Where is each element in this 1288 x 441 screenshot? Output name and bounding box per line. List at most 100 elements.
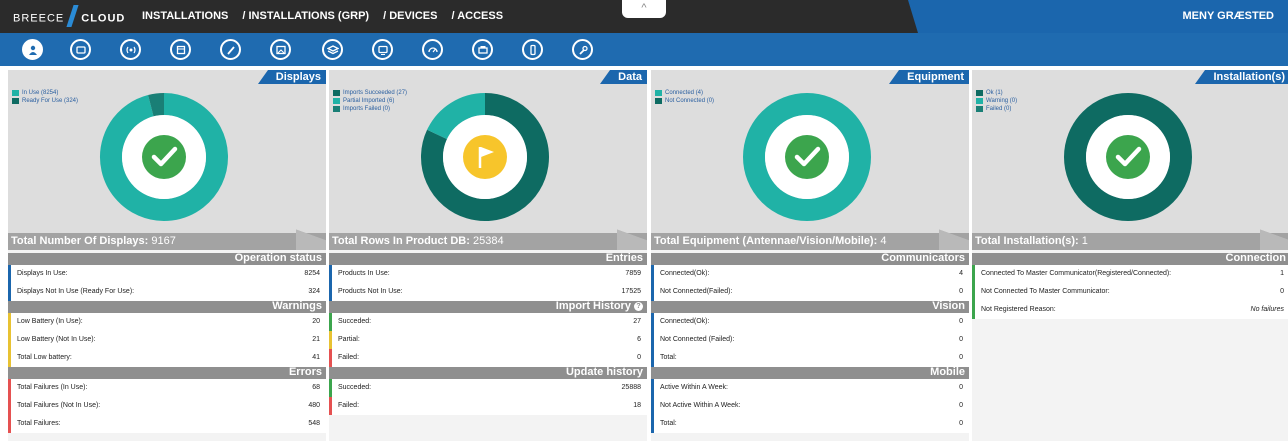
stat-row: Not Registered Reason: No failures — [972, 301, 1288, 319]
module-button-5[interactable] — [220, 39, 241, 60]
stat-row: Succeded: 25888 — [329, 379, 647, 397]
status-donut-chart — [421, 93, 549, 221]
legend-swatch — [12, 90, 19, 96]
status-donut-chart — [743, 93, 871, 221]
chart-area: In Use (8254) Ready For Use (324) — [8, 84, 326, 233]
phone-icon — [529, 44, 536, 55]
legend-item[interactable]: Warning (0) — [976, 97, 1017, 105]
panel-title: Installation(s) — [1195, 70, 1288, 84]
stat-label: Displays In Use: — [17, 270, 68, 277]
module-button-9[interactable] — [422, 39, 443, 60]
total-label: Total Equipment (Antennae/Vision/Mobile)… — [654, 235, 878, 247]
legend-item[interactable]: Imports Succeeded (27) — [333, 89, 407, 97]
legend-item[interactable]: Imports Failed (0) — [333, 105, 407, 113]
chevron-up-icon: ^ — [641, 2, 647, 14]
image-icon — [275, 45, 286, 54]
legend-label: Connected (4) — [665, 90, 704, 96]
stat-value: 0 — [959, 402, 963, 409]
panel-installations: Installation(s) Ok (1) Warning (0) Failed (… — [972, 70, 1288, 441]
module-button-11[interactable] — [522, 39, 543, 60]
legend-item[interactable]: Ok (1) — [976, 89, 1017, 97]
stat-value: 27 — [633, 318, 641, 325]
stat-row: Low Battery (In Use): 20 — [8, 313, 326, 331]
section-title: Operation status — [234, 252, 322, 264]
stat-row: Low Battery (Not In Use): 21 — [8, 331, 326, 349]
total-label: Total Rows In Product DB: — [332, 235, 470, 247]
section-title: Import History ? — [556, 300, 643, 313]
stat-value: 4 — [959, 270, 963, 277]
module-button-1[interactable] — [22, 39, 43, 60]
collapse-toggle[interactable]: ^ — [622, 0, 666, 18]
total-bar: Total Number Of Displays: 9167 — [8, 223, 326, 250]
nav-installations-grp[interactable]: / INSTALLATIONS (GRP) — [242, 10, 369, 22]
stat-label: Partial: — [338, 336, 360, 343]
panel-equipment: Equipment Connected (4) Not Connected (0) T… — [651, 70, 969, 441]
section-title: Connection — [1225, 252, 1287, 264]
help-icon[interactable]: ? — [634, 302, 643, 311]
user-name[interactable]: MENY GRÆSTED — [1183, 10, 1274, 22]
stat-label: Displays Not In Use (Ready For Use): — [17, 288, 135, 295]
legend-item[interactable]: Failed (0) — [976, 105, 1017, 113]
section-header: Communicators — [651, 252, 969, 265]
legend-label: Partial Imported (6) — [343, 98, 395, 104]
stat-value: 8254 — [304, 270, 320, 277]
stat-label: Total Failures (Not In Use): — [17, 402, 101, 409]
stat-row: Connected(Ok): 4 — [651, 265, 969, 283]
nav-installations[interactable]: INSTALLATIONS — [142, 10, 228, 22]
module-button-10[interactable] — [472, 39, 493, 60]
stat-value: 0 — [959, 354, 963, 361]
legend-item[interactable]: Connected (4) — [655, 89, 714, 97]
status-donut-chart — [1064, 93, 1192, 221]
stat-row: Total Failures (In Use): 68 — [8, 379, 326, 397]
legend-label: Imports Failed (0) — [343, 106, 391, 112]
total-value: 1 — [1081, 235, 1088, 247]
module-button-12[interactable] — [572, 39, 593, 60]
stat-label: Succeded: — [338, 384, 372, 391]
module-button-7[interactable] — [322, 39, 343, 60]
module-iconbar — [0, 33, 1288, 66]
panel-data: Data Imports Succeeded (27) Partial Import… — [329, 70, 647, 441]
section-header: Import History ? — [329, 300, 647, 313]
section-title: Communicators — [881, 252, 965, 264]
check-icon — [785, 135, 829, 179]
section-title: Update history — [565, 366, 643, 378]
section-header: Operation status — [8, 252, 326, 265]
user-area: MENY GRÆSTED — [908, 0, 1288, 33]
panel-displays: Displays In Use (8254) Ready For Use (324)… — [8, 70, 326, 441]
section-title: Vision — [932, 300, 965, 312]
module-button-8[interactable] — [372, 39, 393, 60]
brand-logo[interactable]: BREECE CLOUD — [13, 5, 125, 27]
chart-area: Connected (4) Not Connected (0) — [651, 84, 969, 233]
stat-row: Products Not In Use: 17525 — [329, 283, 647, 301]
layers-icon — [326, 44, 339, 54]
stat-value: 0 — [637, 354, 641, 361]
legend-swatch — [333, 90, 340, 96]
chart-area: Ok (1) Warning (0) Failed (0) — [972, 84, 1288, 233]
legend-item[interactable]: In Use (8254) — [12, 89, 78, 97]
stat-label: Low Battery (Not In Use): — [17, 336, 96, 343]
module-button-4[interactable] — [170, 39, 191, 60]
stat-label: Connected(Ok): — [660, 270, 710, 277]
stat-row: Partial: 6 — [329, 331, 647, 349]
module-button-2[interactable] — [70, 39, 91, 60]
module-button-6[interactable] — [270, 39, 291, 60]
legend-item[interactable]: Not Connected (0) — [655, 97, 714, 105]
panel-header: Equipment — [651, 70, 969, 84]
brand-left: BREECE — [13, 12, 65, 25]
stat-row: Connected To Master Communicator(Registe… — [972, 265, 1288, 283]
stat-label: Total: — [660, 420, 677, 427]
module-button-3[interactable] — [120, 39, 141, 60]
legend-swatch — [976, 106, 983, 112]
section-header: Mobile — [651, 366, 969, 379]
legend-item[interactable]: Partial Imported (6) — [333, 97, 407, 105]
nav-devices[interactable]: / DEVICES — [383, 10, 437, 22]
stat-label: Not Connected To Master Communicator: — [981, 288, 1110, 295]
breadcrumb: INSTALLATIONS / INSTALLATIONS (GRP) / DE… — [142, 10, 503, 22]
legend-label: In Use (8254) — [22, 90, 59, 96]
stat-label: Succeded: — [338, 318, 372, 325]
nav-access[interactable]: / ACCESS — [451, 10, 503, 22]
stat-value: 0 — [1280, 288, 1284, 295]
legend-item[interactable]: Ready For Use (324) — [12, 97, 78, 105]
stat-value: 1 — [1280, 270, 1284, 277]
legend-label: Not Connected (0) — [665, 98, 715, 104]
